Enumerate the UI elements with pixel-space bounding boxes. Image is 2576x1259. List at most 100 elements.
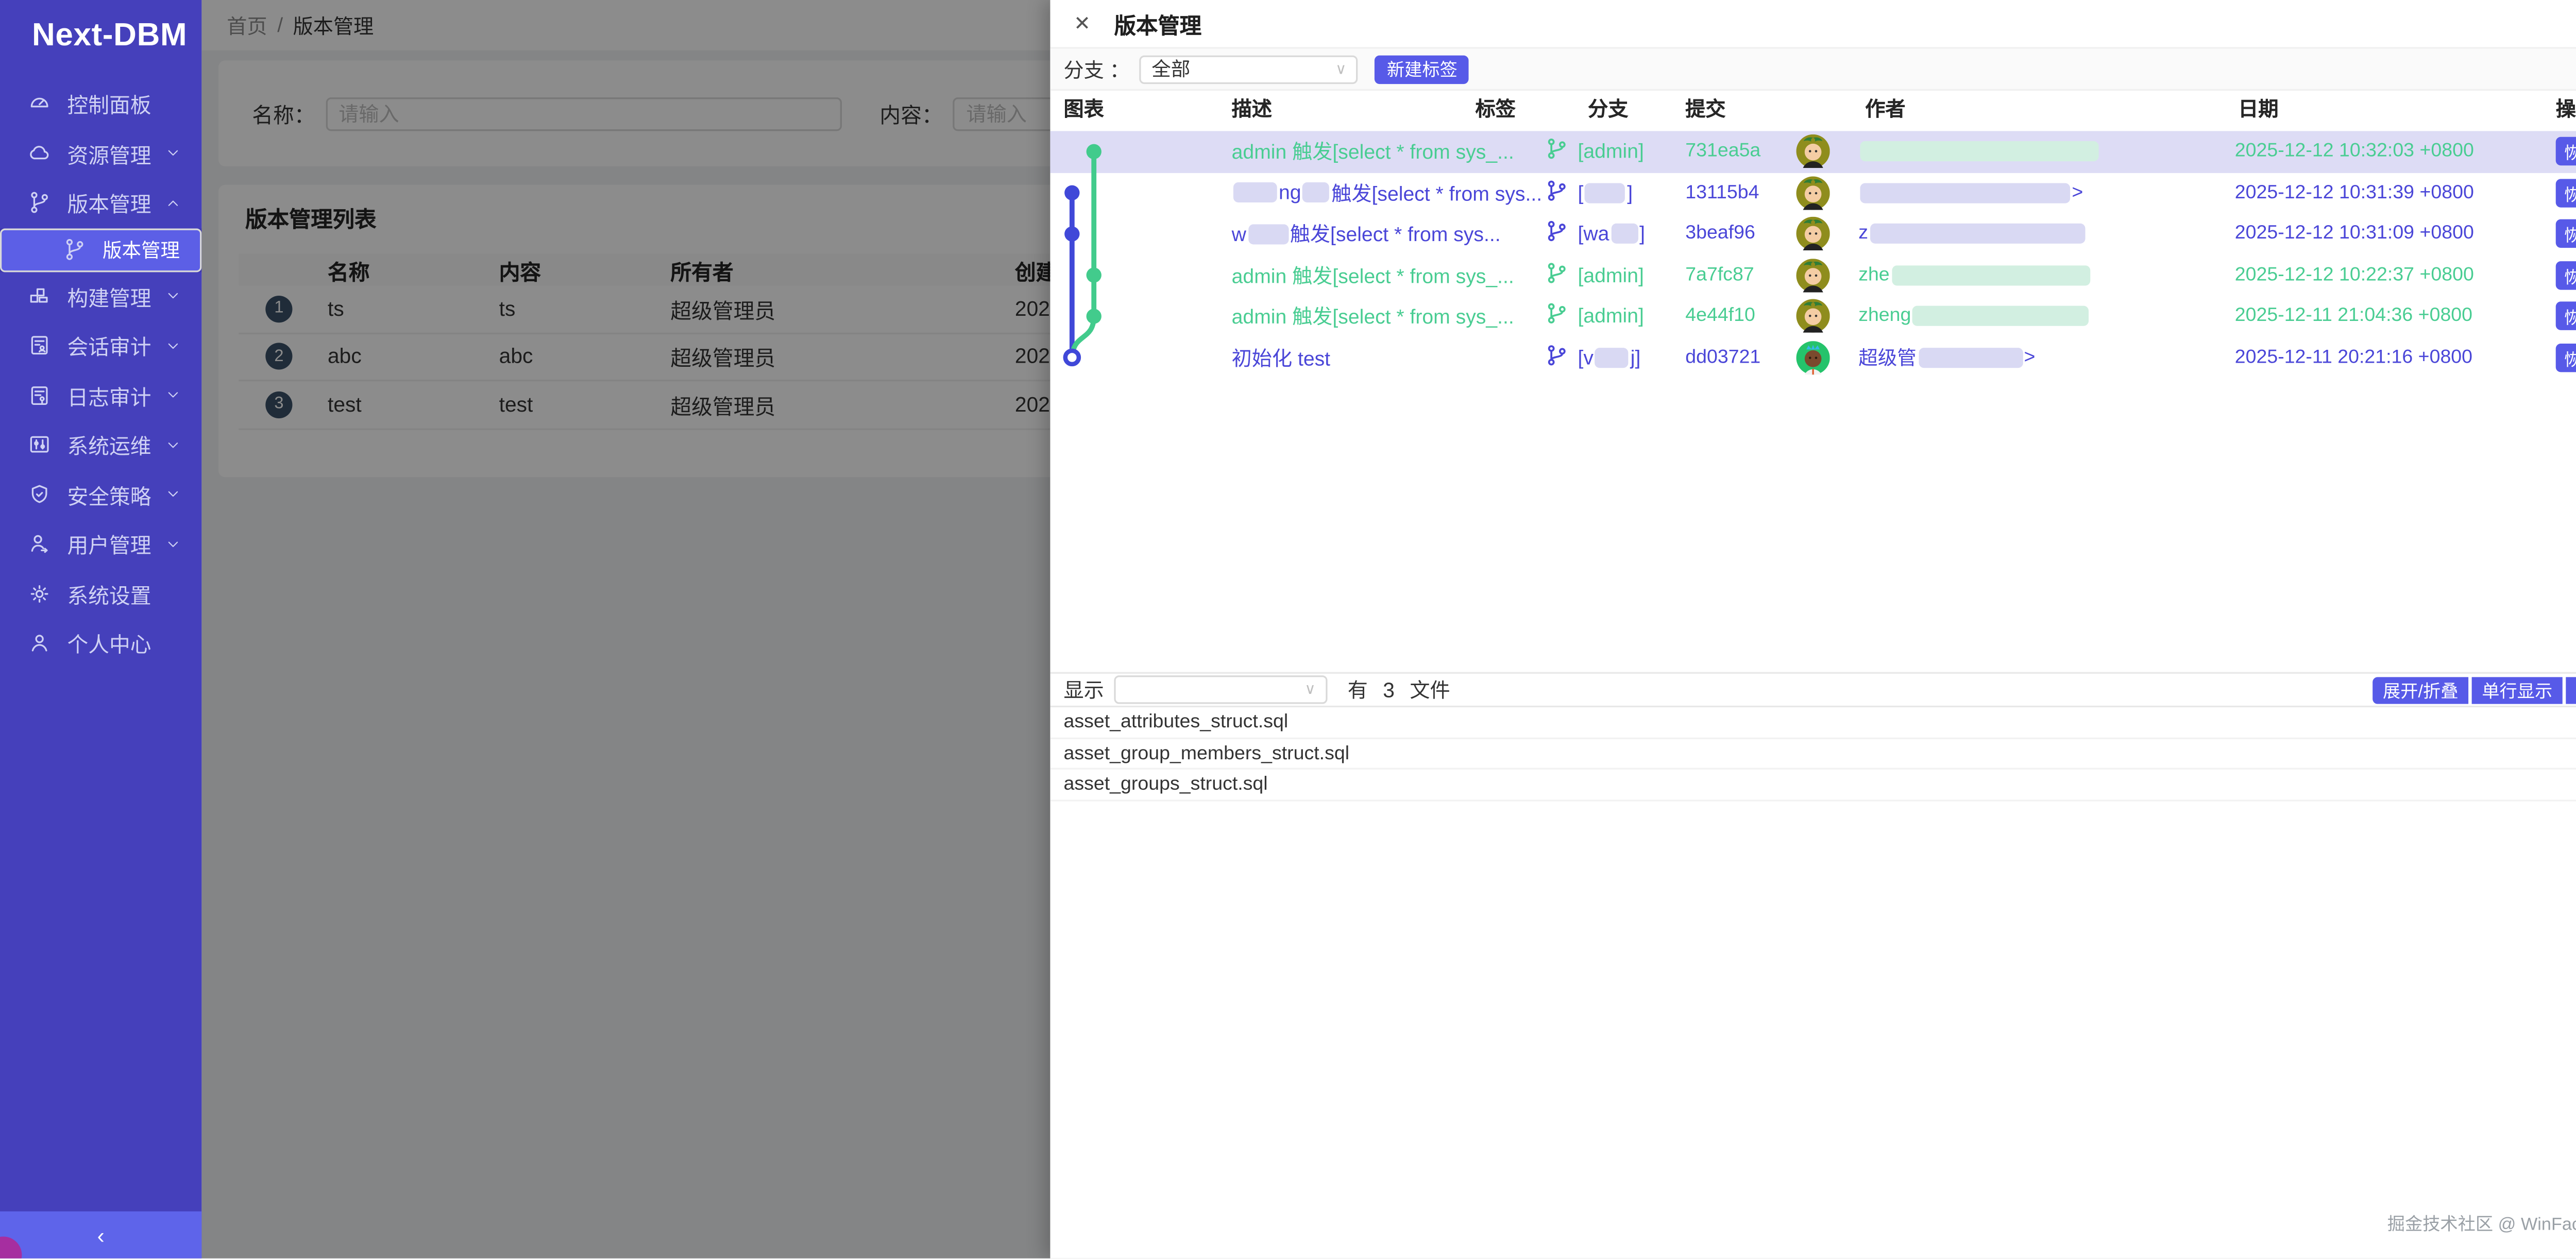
sidebar-item-控制面板[interactable]: 控制面板 — [0, 79, 201, 128]
restore-button[interactable]: 恢 复 — [2556, 261, 2576, 289]
sidebar-item-会话审计[interactable]: 会话审计 — [0, 321, 201, 370]
branch-select[interactable]: 全部 ∨ — [1140, 55, 1358, 83]
sidebar-item-label: 个人中心 — [67, 627, 151, 659]
commit-hash[interactable]: 3beaf96 — [1685, 224, 1755, 244]
sidebar-item-资源管理[interactable]: 资源管理 — [0, 129, 201, 178]
commit-row[interactable]: admin 触发[select * from sys_...[admin]731… — [1050, 131, 2576, 172]
commit-branch: [admin] — [1546, 303, 1644, 330]
commit-date: 2025-12-12 10:32:03 +0800 — [2235, 142, 2474, 162]
author-avatar — [1797, 176, 1830, 210]
sidebar-item-版本管理[interactable]: 版本管理 — [0, 228, 201, 271]
column-author: 作者 — [1865, 94, 1905, 123]
file-row[interactable]: asset_attributes_struct.sql› — [1050, 707, 2576, 739]
chevron-down-icon: ∨ — [1304, 680, 1316, 699]
version-drawer: ✕ 版本管理 分支 ： 全部 ∨ 新建标签 图表 描述 标签 分支 提交 作者 … — [1050, 0, 2576, 1259]
git-branch-icon — [62, 237, 88, 262]
redacted-text — [1303, 183, 1330, 203]
commit-table-header: 图表 描述 标签 分支 提交 作者 日期 操作 — [1050, 94, 2576, 128]
footer-credit: 掘金技术社区 @ WinFactorAI — [2387, 1212, 2576, 1237]
commit-author: 超级管> — [1858, 344, 2035, 371]
file-name: asset_group_members_struct.sql — [1064, 743, 1350, 763]
restore-button[interactable]: 恢 复 — [2556, 343, 2576, 371]
sidebar-item-用户管理[interactable]: 用户管理 — [0, 519, 201, 569]
git-branch-icon — [1546, 138, 1578, 165]
git-branch-icon — [27, 190, 52, 215]
file-view-button-单行显示[interactable]: 单行显示 — [2472, 677, 2563, 704]
column-desc: 描述 — [1232, 94, 1272, 123]
sidebar-item-label: 用户管理 — [67, 528, 151, 560]
commit-hash[interactable]: 13115b4 — [1685, 183, 1759, 203]
restore-button[interactable]: 恢 复 — [2556, 179, 2576, 207]
branch-label: 分支 ： — [1064, 55, 1130, 83]
redacted-text — [1870, 224, 2084, 244]
ops-icon — [27, 432, 52, 457]
gear-icon — [27, 581, 52, 606]
chevron-up-icon — [165, 195, 182, 212]
app-logo: Next-DBM — [0, 0, 201, 56]
column-action: 操作 — [2556, 94, 2576, 123]
commit-branch: [wa] — [1546, 220, 1646, 247]
commit-branch: [admin] — [1546, 138, 1644, 165]
sidebar-collapse-button[interactable]: ‹ — [0, 1211, 201, 1259]
column-commit: 提交 — [1685, 94, 1725, 123]
author-avatar — [1797, 135, 1830, 168]
commit-row[interactable]: w触发[select * from sys...[wa]3beaf96z2025… — [1050, 213, 2576, 254]
redacted-text — [1611, 224, 1638, 244]
file-view-button-展开/折叠[interactable]: 展开/折叠 — [2372, 677, 2468, 704]
commit-hash[interactable]: 731ea5a — [1685, 142, 1760, 162]
commit-date: 2025-12-11 21:04:36 +0800 — [2235, 306, 2472, 326]
sidebar-item-版本管理[interactable]: 版本管理 — [0, 178, 201, 228]
chevron-down-icon — [165, 486, 182, 503]
app-root: Next-DBM 控制面板资源管理版本管理版本管理构建管理会话审计日志审计系统运… — [0, 0, 2576, 1259]
file-view-buttons: 展开/折叠单行显示对比 — [2372, 677, 2576, 704]
redacted-text — [1918, 347, 2022, 367]
file-count-prefix: 有 — [1348, 675, 1368, 704]
sidebar-item-label: 版本管理 — [103, 236, 180, 263]
column-graph: 图表 — [1064, 94, 1104, 123]
restore-button[interactable]: 恢 复 — [2556, 302, 2576, 330]
git-branch-icon — [1546, 344, 1578, 371]
file-row[interactable]: asset_groups_struct.sql› — [1050, 770, 2576, 802]
sidebar-item-个人中心[interactable]: 个人中心 — [0, 618, 201, 668]
commit-description: admin 触发[select * from sys_... — [1232, 302, 1514, 330]
user-manage-icon — [27, 531, 52, 556]
commit-row[interactable]: admin 触发[select * from sys_...[admin]7a7… — [1050, 254, 2576, 296]
build-icon — [27, 283, 52, 309]
git-branch-icon — [1546, 303, 1578, 330]
restore-button[interactable]: 恢 复 — [2556, 138, 2576, 166]
commit-row[interactable]: ng触发[select * from sys...[]13115b4>2025-… — [1050, 172, 2576, 213]
file-view-button-对比[interactable]: 对比 — [2566, 677, 2576, 704]
commit-row[interactable]: admin 触发[select * from sys_... [admin] 4e4… — [1050, 296, 2576, 337]
files-section: 显示 ∨ 有 3 文件 展开/折叠单行显示对比 asset_attributes… — [1050, 672, 2576, 802]
sidebar-item-构建管理[interactable]: 构建管理 — [0, 271, 201, 321]
git-branch-icon — [1546, 179, 1578, 206]
commit-hash[interactable]: 4e44f10 — [1685, 306, 1755, 326]
chevron-down-icon — [165, 145, 182, 162]
log-audit-icon — [27, 383, 52, 408]
sidebar-item-label: 系统设置 — [67, 577, 151, 609]
sidebar-item-系统运维[interactable]: 系统运维 — [0, 420, 201, 469]
commit-hash[interactable]: dd03721 — [1685, 347, 1760, 367]
sidebar-item-日志审计[interactable]: 日志审计 — [0, 370, 201, 420]
sidebar-item-安全策略[interactable]: 安全策略 — [0, 470, 201, 519]
person-icon — [27, 631, 52, 656]
sidebar-item-系统设置[interactable]: 系统设置 — [0, 569, 201, 618]
new-tag-button[interactable]: 新建标签 — [1375, 55, 1469, 83]
restore-button[interactable]: 恢 复 — [2556, 219, 2576, 248]
redacted-text — [1585, 183, 1625, 203]
file-list: asset_attributes_struct.sql›asset_group_… — [1050, 707, 2576, 802]
session-audit-icon — [27, 333, 52, 359]
sidebar-menu: 控制面板资源管理版本管理版本管理构建管理会话审计日志审计系统运维安全策略用户管理… — [0, 79, 201, 668]
file-row[interactable]: asset_group_members_struct.sql› — [1050, 739, 2576, 770]
sidebar: Next-DBM 控制面板资源管理版本管理版本管理构建管理会话审计日志审计系统运… — [0, 0, 201, 1259]
chevron-down-icon — [165, 436, 182, 453]
close-icon[interactable]: ✕ — [1074, 13, 1091, 33]
author-avatar — [1797, 217, 1830, 251]
commit-hash[interactable]: 7a7fc87 — [1685, 265, 1754, 285]
commit-author: z — [1858, 224, 2087, 244]
show-select[interactable]: ∨ — [1114, 675, 1327, 704]
drawer-title: 版本管理 — [1114, 8, 1202, 40]
commit-author: zheng — [1858, 306, 2091, 326]
commit-row[interactable]: 初始化 test[vj]dd03721超级管>2025-12-11 20:21:… — [1050, 337, 2576, 378]
commit-author: zhe — [1858, 265, 2091, 285]
